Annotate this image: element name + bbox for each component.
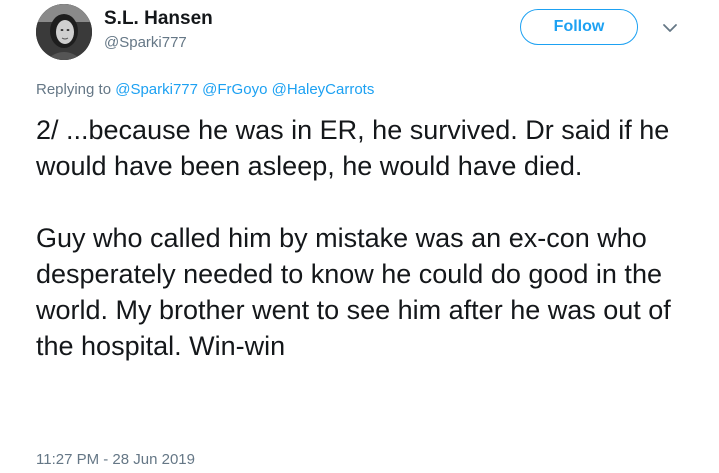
avatar[interactable] (36, 4, 92, 60)
tweet-paragraph: Guy who called him by mistake was an ex-… (36, 223, 671, 361)
tweet-text: 2/ ...because he was in ER, he survived.… (36, 112, 696, 364)
tweet-timestamp[interactable]: 11:27 PM - 28 Jun 2019 (36, 450, 195, 470)
author-handle[interactable]: @Sparki777 (104, 34, 187, 52)
author-display-name[interactable]: S.L. Hansen (104, 8, 213, 30)
mention-link[interactable]: @Sparki777 (115, 81, 198, 98)
follow-button[interactable]: Follow (520, 9, 638, 45)
replying-to-label: Replying to (36, 81, 112, 98)
mention-link[interactable]: @FrGoyo (202, 81, 267, 98)
replying-to: Replying to @Sparki777 @FrGoyo @HaleyCar… (36, 80, 374, 100)
tweet-paragraph: 2/ ...because he was in ER, he survived.… (36, 115, 670, 181)
mention-link[interactable]: @HaleyCarrots (272, 81, 375, 98)
profile-photo-icon (36, 4, 92, 60)
tweet-card: S.L. Hansen @Sparki777 Follow Replying t… (0, 0, 719, 473)
chevron-down-icon[interactable] (662, 22, 678, 34)
